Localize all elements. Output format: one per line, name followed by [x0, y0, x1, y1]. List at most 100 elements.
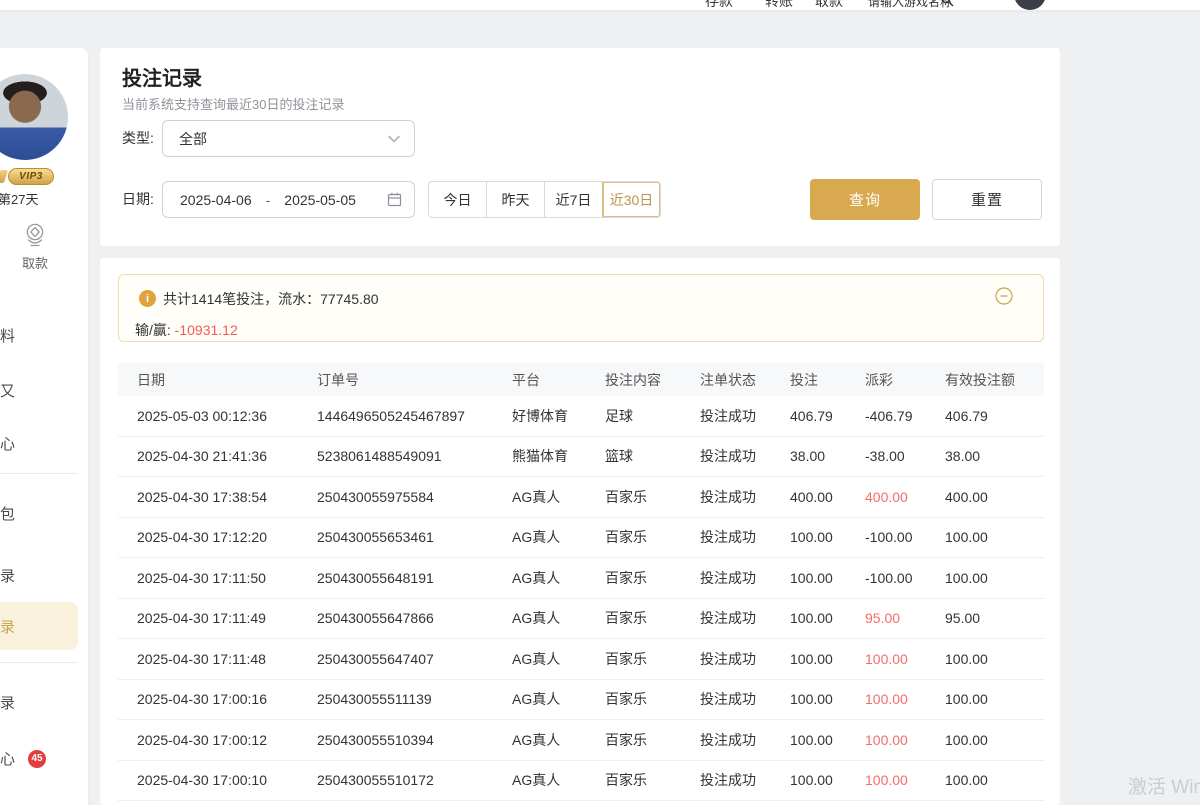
- sidebar-item-label: 包: [0, 503, 15, 524]
- cell-date: 2025-04-30 17:11:49: [118, 610, 298, 626]
- table-row: 2025-04-30 17:00:16250430055511139AG真人百家…: [118, 680, 1044, 721]
- sidebar-item-label: 录: [0, 565, 15, 586]
- cell-order-id: 250430055510172: [298, 772, 493, 788]
- sidebar-item-label: 心: [0, 748, 15, 769]
- cell-order-id: 250430055975584: [298, 489, 493, 505]
- collapse-minus-icon[interactable]: [995, 287, 1013, 305]
- cell-bet-content: 百家乐: [586, 608, 681, 628]
- cell-payout: 100.00: [846, 691, 926, 707]
- date-label: 日期:: [122, 181, 154, 218]
- quick-range-group: 今日昨天近7日近30日: [428, 181, 661, 218]
- cell-order-status: 投注成功: [681, 487, 771, 507]
- cell-order-status: 投注成功: [681, 608, 771, 628]
- top-nav-item-2[interactable]: 转账: [765, 0, 793, 11]
- cell-date: 2025-04-30 17:12:20: [118, 529, 298, 545]
- table-header: 日期订单号平台投注内容注单状态投注派彩有效投注额: [118, 363, 1044, 396]
- cell-payout: 100.00: [846, 732, 926, 748]
- date-range-input[interactable]: 2025-04-06 - 2025-05-05: [162, 181, 415, 218]
- sidebar-item[interactable]: 录: [0, 565, 15, 586]
- cell-order-status: 投注成功: [681, 770, 771, 790]
- cell-payout: 100.00: [846, 651, 926, 667]
- notification-badge: 45: [28, 750, 46, 768]
- column-header: 投注内容: [586, 370, 681, 390]
- cell-payout: -100.00: [846, 570, 926, 586]
- cell-platform: AG真人: [493, 608, 586, 628]
- cell-bet-content: 百家乐: [586, 649, 681, 669]
- vip-wing-decoration: [0, 170, 8, 183]
- sidebar-item-label: 料: [0, 325, 15, 346]
- cell-bet-amount: 100.00: [771, 529, 846, 545]
- cell-bet-amount: 400.00: [771, 489, 846, 505]
- sidebar-divider: [0, 473, 78, 474]
- column-header: 注单状态: [681, 370, 771, 390]
- query-button[interactable]: 查询: [810, 179, 920, 220]
- cell-order-id: 250430055647407: [298, 651, 493, 667]
- cell-date: 2025-04-30 17:00:10: [118, 772, 298, 788]
- cell-order-status: 投注成功: [681, 446, 771, 466]
- sidebar-item[interactable]: 又: [0, 380, 15, 401]
- summary-banner: i 共计1414笔投注，流水：77745.80 输/赢: -10931.12: [118, 274, 1044, 342]
- cell-order-id: 250430055653461: [298, 529, 493, 545]
- cell-payout: 95.00: [846, 610, 926, 626]
- summary-totals-text: 共计1414笔投注，流水：77745.80: [163, 289, 379, 309]
- cell-platform: AG真人: [493, 689, 586, 709]
- cell-payout: 100.00: [846, 772, 926, 788]
- table-row: 2025-04-30 17:12:20250430055653461AG真人百家…: [118, 518, 1044, 559]
- sidebar-item-active[interactable]: 录: [0, 602, 78, 650]
- search-icon[interactable]: [941, 0, 954, 7]
- page-title: 投注记录: [122, 62, 202, 91]
- records-card: i 共计1414笔投注，流水：77745.80 输/赢: -10931.12 日…: [100, 258, 1060, 805]
- cell-payout: -100.00: [846, 529, 926, 545]
- cell-bet-content: 篮球: [586, 446, 681, 466]
- sidebar-item[interactable]: 心: [0, 433, 15, 454]
- cell-bet-amount: 100.00: [771, 651, 846, 667]
- sidebar-item[interactable]: 包: [0, 503, 15, 524]
- cell-bet-amount: 100.00: [771, 610, 846, 626]
- cell-bet-amount: 100.00: [771, 691, 846, 707]
- sidebar-divider: [0, 662, 78, 663]
- calendar-icon: [387, 192, 402, 207]
- quick-range-7days[interactable]: 近7日: [544, 182, 602, 217]
- vip-badge: VIP3: [8, 168, 54, 185]
- cell-bet-content: 百家乐: [586, 568, 681, 588]
- quick-range-yesterday[interactable]: 昨天: [486, 182, 544, 217]
- cell-order-status: 投注成功: [681, 730, 771, 750]
- cell-valid-bet-amount: 38.00: [926, 448, 1044, 464]
- cell-bet-amount: 38.00: [771, 448, 846, 464]
- topbar-avatar[interactable]: [1014, 0, 1046, 10]
- cell-date: 2025-04-30 17:11:48: [118, 651, 298, 667]
- sidebar-item[interactable]: 录: [0, 692, 15, 713]
- table-row: 2025-05-03 00:12:361446496505245467897好博…: [118, 396, 1044, 437]
- cell-platform: 熊猫体育: [493, 446, 586, 466]
- cell-valid-bet-amount: 95.00: [926, 610, 1044, 626]
- cell-order-id: 250430055648191: [298, 570, 493, 586]
- table-row: 2025-04-30 17:00:10250430055510172AG真人百家…: [118, 761, 1044, 802]
- sidebar-item[interactable]: 心 45: [0, 748, 46, 769]
- quick-range-30days[interactable]: 近30日: [602, 182, 660, 217]
- cell-bet-content: 百家乐: [586, 689, 681, 709]
- cell-platform: AG真人: [493, 527, 586, 547]
- top-nav-item-3[interactable]: 取款: [815, 0, 843, 11]
- cell-valid-bet-amount: 100.00: [926, 732, 1044, 748]
- cell-bet-content: 百家乐: [586, 527, 681, 547]
- sidebar-item[interactable]: 料: [0, 325, 15, 346]
- cell-valid-bet-amount: 100.00: [926, 691, 1044, 707]
- info-icon: i: [139, 290, 156, 307]
- top-nav-item-1[interactable]: 存款: [705, 0, 733, 11]
- withdraw-label: 取款: [18, 253, 52, 272]
- cell-order-id: 1446496505245467897: [298, 408, 493, 424]
- activate-windows-watermark: 激活 Win: [1128, 772, 1200, 799]
- reset-button[interactable]: 重置: [932, 179, 1042, 220]
- table-row: 2025-04-30 17:00:12250430055510394AG真人百家…: [118, 720, 1044, 761]
- type-select[interactable]: 全部: [162, 120, 415, 157]
- cell-order-status: 投注成功: [681, 689, 771, 709]
- user-avatar[interactable]: [0, 74, 68, 160]
- quick-range-today[interactable]: 今日: [429, 182, 486, 217]
- table-row: 2025-04-30 17:11:49250430055647866AG真人百家…: [118, 599, 1044, 640]
- cell-order-status: 投注成功: [681, 527, 771, 547]
- date-separator: -: [266, 192, 271, 208]
- cell-order-status: 投注成功: [681, 406, 771, 426]
- withdraw-shortcut[interactable]: 取款: [18, 220, 52, 272]
- top-search-text[interactable]: 请输入游戏名称: [868, 0, 952, 10]
- cell-bet-content: 足球: [586, 406, 681, 426]
